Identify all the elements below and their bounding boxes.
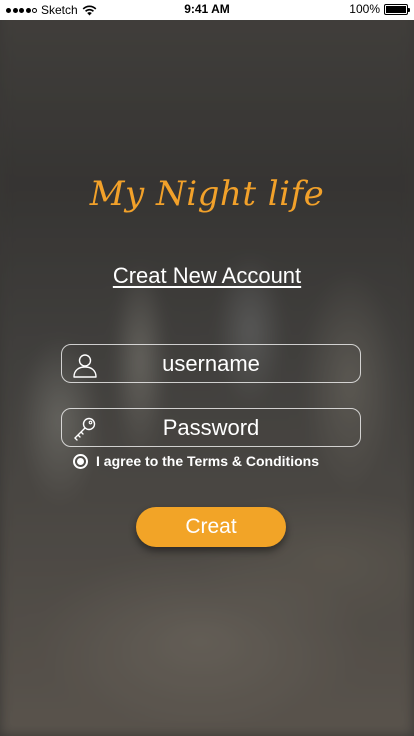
radio-dot xyxy=(77,457,84,465)
username-input[interactable] xyxy=(62,345,360,382)
password-field[interactable] xyxy=(61,408,361,447)
terms-radio[interactable] xyxy=(73,453,88,469)
battery-percent: 100% xyxy=(349,2,380,16)
password-input[interactable] xyxy=(62,409,360,446)
key-icon xyxy=(74,417,96,441)
terms-label: I agree to the Terms & Conditions xyxy=(96,453,319,469)
creat-button[interactable]: Creat xyxy=(136,507,286,547)
create-account-heading: Creat New Account xyxy=(112,263,302,288)
terms-agreement[interactable]: I agree to the Terms & Conditions xyxy=(73,453,319,469)
username-field[interactable] xyxy=(61,344,361,383)
status-bar: Sketch 9:41 AM 100% xyxy=(0,0,414,20)
battery-icon xyxy=(384,3,410,15)
status-bar-right: 100% xyxy=(349,2,410,16)
user-icon xyxy=(73,354,97,378)
app-title: My Night life xyxy=(89,174,325,214)
